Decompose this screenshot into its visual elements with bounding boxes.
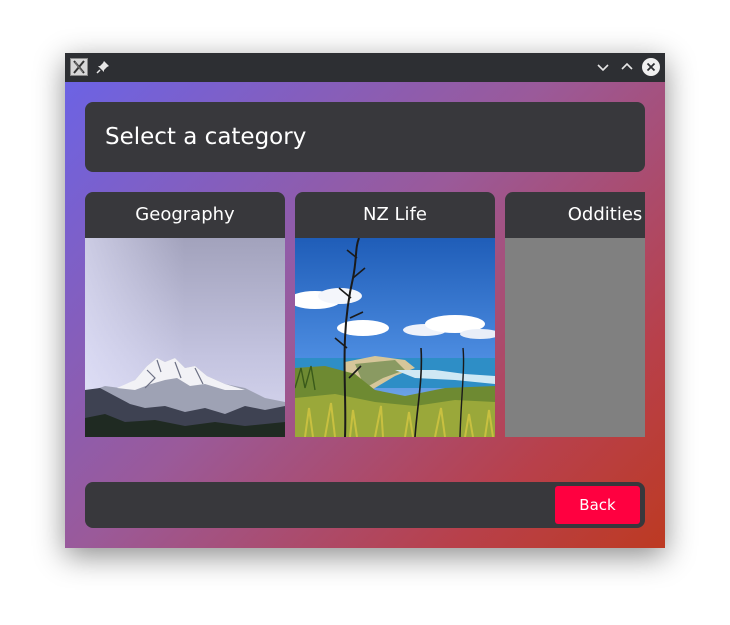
- card-label: NZ Life: [363, 204, 427, 225]
- card-label: Oddities: [567, 204, 643, 225]
- card-header: NZ Life: [295, 192, 495, 238]
- title-bar[interactable]: [65, 53, 665, 82]
- back-button[interactable]: Back: [555, 486, 640, 524]
- close-icon[interactable]: [642, 58, 660, 76]
- minimize-icon[interactable]: [595, 59, 611, 75]
- page-title: Select a category: [105, 124, 307, 150]
- card-header: Geography: [85, 192, 285, 238]
- category-card-geography[interactable]: Geography: [85, 192, 285, 437]
- card-label: Geography: [135, 204, 235, 225]
- maximize-icon[interactable]: [619, 59, 635, 75]
- oddities-image[interactable]: [505, 238, 645, 437]
- header-panel: Select a category: [85, 102, 645, 172]
- category-card-oddities[interactable]: Oddities: [505, 192, 645, 437]
- main-content: Select a category Geography NZ Life Oddi…: [65, 82, 665, 548]
- category-carousel[interactable]: Geography NZ Life Oddities: [85, 192, 645, 437]
- card-header: Oddities: [505, 192, 645, 238]
- geography-image[interactable]: [85, 238, 285, 437]
- app-icon[interactable]: [70, 58, 88, 76]
- pin-icon[interactable]: [95, 59, 111, 75]
- nz-life-image[interactable]: [295, 238, 495, 437]
- category-card-nz-life[interactable]: NZ Life: [295, 192, 495, 437]
- footer-panel: Back: [85, 482, 645, 528]
- app-window: Select a category Geography NZ Life Oddi…: [65, 53, 665, 548]
